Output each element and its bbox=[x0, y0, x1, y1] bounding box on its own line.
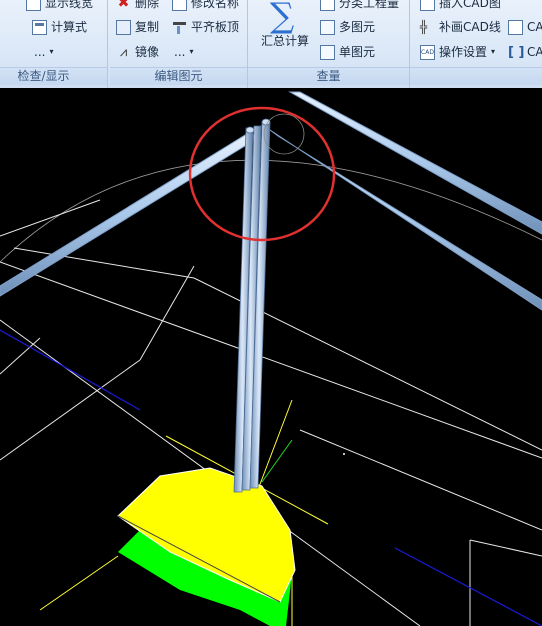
single-element-button[interactable]: 单图元 bbox=[320, 41, 375, 63]
cad-tool-label-1: CA bbox=[527, 20, 542, 34]
summary-calc-label: 汇总计算 bbox=[260, 34, 309, 48]
delete-icon: ✖ bbox=[117, 0, 130, 11]
patch-cad-line-label: 补画CAD线 bbox=[439, 20, 501, 34]
show-linewidth-button[interactable]: 显示线宽 bbox=[26, 0, 93, 14]
sigma-icon: ∑ bbox=[270, 0, 295, 36]
multi-element-icon bbox=[320, 19, 335, 35]
more-label-2: ... bbox=[174, 45, 186, 59]
dropdown-arrow-icon: ▾ bbox=[491, 47, 496, 56]
columns bbox=[233, 118, 271, 493]
blue-axis-line bbox=[394, 547, 542, 626]
beam-top-right bbox=[288, 91, 542, 235]
operation-settings-label: 操作设置 bbox=[439, 45, 488, 59]
3d-viewport[interactable] bbox=[0, 88, 542, 626]
copy-icon bbox=[116, 19, 131, 35]
ribbon-group-cad: 插入CAD图 ╬ 补画CAD线 CAD 操作设置 ▾ CA [ ] CA bbox=[410, 0, 542, 88]
show-linewidth-label: 显示线宽 bbox=[45, 0, 94, 10]
delete-label: 删除 bbox=[135, 0, 160, 10]
patch-cad-line-button[interactable]: ╬ 补画CAD线 bbox=[420, 16, 501, 38]
cad-tool-button-1[interactable]: CA bbox=[508, 16, 542, 38]
category-quantity-icon bbox=[320, 0, 335, 11]
cad-settings-icon: CAD bbox=[420, 44, 435, 60]
ribbon-group-check-display: 显示线宽 计算式 ... ▾ 检查/显示 bbox=[0, 0, 108, 88]
insert-cad-label: 插入CAD图 bbox=[439, 0, 501, 10]
blue-axis-line bbox=[0, 329, 141, 411]
insert-cad-icon bbox=[420, 0, 435, 11]
multi-element-label: 多图元 bbox=[339, 20, 376, 34]
dropdown-arrow-icon: ▾ bbox=[189, 47, 194, 56]
rename-label: 修改名称 bbox=[191, 0, 240, 10]
rename-icon bbox=[172, 0, 187, 11]
beam-left bbox=[0, 131, 259, 297]
calculator-icon bbox=[32, 19, 47, 35]
ribbon-toolbar: 显示线宽 计算式 ... ▾ 检查/显示 ✖ 删除 复制 ⩘ 镜像 修改名称 平… bbox=[0, 0, 542, 89]
rename-button[interactable]: 修改名称 bbox=[172, 0, 239, 14]
cad-tool-label-2: CA bbox=[527, 45, 542, 59]
mirror-button[interactable]: ⩘ 镜像 bbox=[116, 41, 159, 63]
more-label-1: ... bbox=[34, 45, 46, 59]
multi-element-button[interactable]: 多图元 bbox=[320, 16, 375, 38]
cad-tool-button-2[interactable]: [ ] CA bbox=[508, 41, 542, 63]
3d-scene bbox=[0, 91, 542, 626]
mirror-label: 镜像 bbox=[135, 45, 160, 59]
beams bbox=[0, 91, 542, 311]
delete-button[interactable]: ✖ 删除 bbox=[116, 0, 159, 14]
formula-button[interactable]: 计算式 bbox=[32, 16, 87, 38]
align-slab-top-button[interactable]: 平齐板顶 bbox=[172, 16, 239, 38]
group-label-edit-elements: 编辑图元 bbox=[110, 67, 247, 85]
group-label-quantity: 查量 bbox=[248, 67, 409, 85]
copy-label: 复制 bbox=[135, 20, 160, 34]
copy-button[interactable]: 复制 bbox=[116, 16, 159, 38]
insert-cad-button[interactable]: 插入CAD图 bbox=[420, 0, 501, 14]
cad-tool-icon bbox=[508, 19, 523, 35]
align-top-icon bbox=[172, 20, 187, 35]
linewidth-icon bbox=[26, 0, 41, 11]
category-quantity-button[interactable]: 分类工程量 bbox=[320, 0, 399, 14]
single-element-label: 单图元 bbox=[339, 45, 376, 59]
more-button-2[interactable]: ... ▾ bbox=[174, 41, 193, 63]
more-button-1[interactable]: ... ▾ bbox=[34, 41, 53, 63]
mirror-icon: ⩘ bbox=[119, 44, 128, 60]
formula-label: 计算式 bbox=[51, 20, 88, 34]
single-element-icon bbox=[320, 44, 335, 60]
ribbon-group-quantity: ∑ 汇总计算 分类工程量 多图元 单图元 查量 bbox=[248, 0, 410, 88]
group-label-check-display: 检查/显示 bbox=[0, 67, 107, 85]
operation-settings-button[interactable]: CAD 操作设置 ▾ bbox=[420, 41, 495, 63]
align-slab-top-label: 平齐板顶 bbox=[191, 20, 240, 34]
bracket-icon: [ ] bbox=[508, 44, 525, 60]
summary-calc-button[interactable]: ∑ 汇总计算 bbox=[256, 0, 314, 64]
point-marker bbox=[343, 453, 345, 455]
patch-cad-line-icon: ╬ bbox=[420, 19, 428, 34]
ribbon-group-edit-elements: ✖ 删除 复制 ⩘ 镜像 修改名称 平齐板顶 ... ▾ 编辑图元 bbox=[110, 0, 248, 88]
group-label-cad bbox=[410, 67, 542, 85]
dropdown-arrow-icon: ▾ bbox=[49, 47, 54, 56]
category-quantity-label: 分类工程量 bbox=[339, 0, 400, 10]
